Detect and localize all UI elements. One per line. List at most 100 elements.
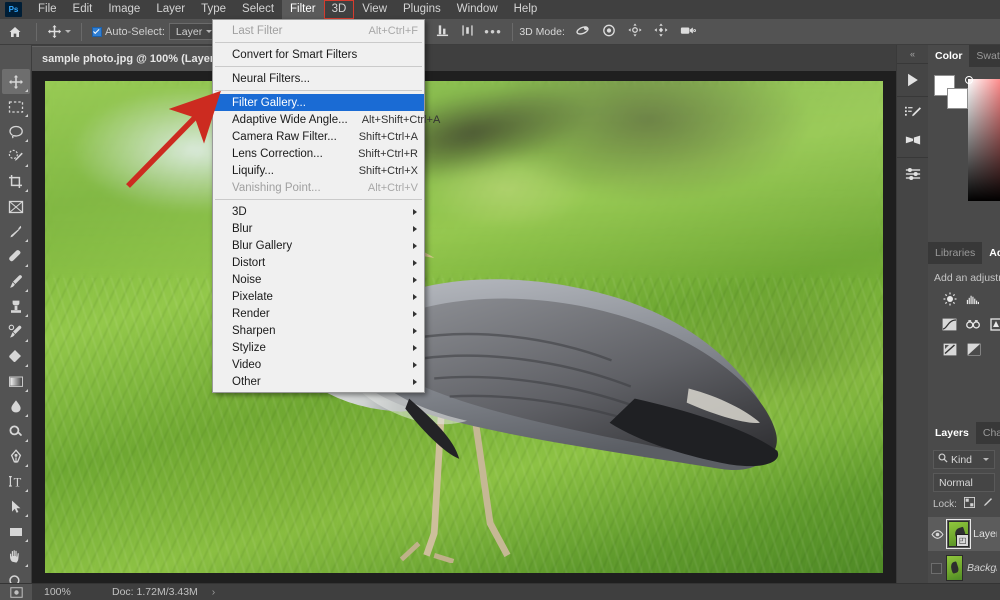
menu-3d[interactable]: 3D: [323, 0, 355, 19]
layer-filter-kind[interactable]: Kind: [933, 450, 995, 469]
tab-layers[interactable]: Layers: [928, 422, 976, 444]
menu-item-video[interactable]: Video: [213, 356, 424, 373]
submenu-arrow-icon[interactable]: [413, 243, 417, 249]
submenu-arrow-icon[interactable]: [413, 294, 417, 300]
type-tool-icon[interactable]: T: [2, 469, 30, 494]
submenu-arrow-icon[interactable]: [413, 328, 417, 334]
layer-row[interactable]: ◰ Layer 1: [928, 517, 1000, 551]
submenu-arrow-icon[interactable]: [413, 362, 417, 368]
auto-select-checkbox[interactable]: Auto-Select:: [88, 26, 169, 38]
layer-thumbnail[interactable]: [946, 555, 963, 581]
submenu-arrow-icon[interactable]: [413, 226, 417, 232]
submenu-arrow-icon[interactable]: [413, 379, 417, 385]
chevron-down-icon[interactable]: [65, 30, 71, 33]
background-color-swatch[interactable]: [947, 88, 968, 109]
lock-image-pixels-icon[interactable]: [982, 497, 993, 511]
more-options-button[interactable]: •••: [480, 24, 506, 39]
menu-item-pixelate[interactable]: Pixelate: [213, 288, 424, 305]
menu-item-render[interactable]: Render: [213, 305, 424, 322]
tool-flyout-indicator-icon[interactable]: [24, 339, 28, 342]
tool-flyout-indicator-icon[interactable]: [24, 314, 28, 317]
quick-selection-tool-icon[interactable]: [2, 144, 30, 169]
rectangular-marquee-tool-icon[interactable]: [2, 94, 30, 119]
align-bottom-edges-icon[interactable]: [436, 24, 449, 40]
spot-healing-brush-tool-icon[interactable]: [2, 244, 30, 269]
checkbox-checked-icon[interactable]: [92, 26, 102, 37]
menu-item-liquify[interactable]: Liquify... Shift+Ctrl+X: [213, 162, 424, 179]
tool-flyout-indicator-icon[interactable]: [24, 89, 28, 92]
menu-file[interactable]: File: [30, 0, 65, 19]
menu-filter[interactable]: Filter: [282, 0, 324, 19]
lock-transparent-pixels-icon[interactable]: [963, 497, 975, 511]
tool-flyout-indicator-icon[interactable]: [24, 264, 28, 267]
distribute-icon[interactable]: [461, 24, 474, 40]
tab-channels[interactable]: Channels: [976, 422, 1000, 444]
menu-view[interactable]: View: [354, 0, 395, 19]
hand-tool-icon[interactable]: [2, 544, 30, 569]
frame-tool-icon[interactable]: [2, 194, 30, 219]
document-image[interactable]: [45, 81, 883, 573]
brush-presets-icon[interactable]: [901, 131, 925, 151]
submenu-arrow-icon[interactable]: [413, 277, 417, 283]
tool-flyout-indicator-icon[interactable]: [24, 389, 28, 392]
path-selection-tool-icon[interactable]: [2, 494, 30, 519]
submenu-arrow-icon[interactable]: [413, 260, 417, 266]
submenu-arrow-icon[interactable]: [413, 345, 417, 351]
layer-visibility-off-icon[interactable]: [931, 562, 942, 574]
menu-item-blur-gallery[interactable]: Blur Gallery: [213, 237, 424, 254]
menu-item-blur[interactable]: Blur: [213, 220, 424, 237]
color-balance-icon[interactable]: [966, 342, 981, 356]
vibrance-icon[interactable]: [990, 317, 1000, 331]
submenu-arrow-icon[interactable]: [413, 209, 417, 215]
curves-icon[interactable]: [942, 317, 957, 331]
menu-type[interactable]: Type: [193, 0, 234, 19]
orbit-3d-icon[interactable]: [575, 24, 590, 40]
menu-edit[interactable]: Edit: [65, 0, 101, 19]
home-icon[interactable]: [0, 25, 30, 39]
brush-settings-icon[interactable]: [901, 103, 925, 123]
menu-item-adaptive-wide-angle[interactable]: Adaptive Wide Angle... Alt+Shift+Ctrl+A: [213, 111, 440, 128]
chevron-down-icon[interactable]: [983, 458, 989, 461]
tool-flyout-indicator-icon[interactable]: [24, 239, 28, 242]
crop-tool-icon[interactable]: [2, 169, 30, 194]
history-brush-tool-icon[interactable]: [2, 319, 30, 344]
menu-plugins[interactable]: Plugins: [395, 0, 449, 19]
camera-3d-icon[interactable]: [680, 25, 696, 39]
tab-color[interactable]: Color: [928, 45, 970, 67]
tool-flyout-indicator-icon[interactable]: [24, 289, 28, 292]
zoom-level[interactable]: 100%: [32, 586, 98, 598]
tool-flyout-indicator-icon[interactable]: [24, 164, 28, 167]
tool-flyout-indicator-icon[interactable]: [24, 439, 28, 442]
auto-select-scope-dropdown[interactable]: Layer: [168, 23, 218, 40]
tab-adjustments[interactable]: Adjustments: [982, 242, 1000, 264]
canvas-area[interactable]: [32, 71, 896, 583]
menu-item-camera-raw-filter[interactable]: Camera Raw Filter... Shift+Ctrl+A: [213, 128, 424, 145]
hue-saturation-icon[interactable]: [942, 342, 957, 356]
brush-tool-icon[interactable]: [2, 269, 30, 294]
menu-image[interactable]: Image: [100, 0, 148, 19]
filter-menu-dropdown[interactable]: Last Filter Alt+Ctrl+F Convert for Smart F…: [212, 19, 440, 393]
tab-libraries[interactable]: Libraries: [928, 242, 982, 264]
tool-flyout-indicator-icon[interactable]: [24, 464, 28, 467]
actions-play-icon[interactable]: [901, 70, 925, 90]
adjustments-sliders-icon[interactable]: [901, 164, 925, 184]
menu-item-lens-correction[interactable]: Lens Correction... Shift+Ctrl+R: [213, 145, 424, 162]
color-spectrum-field[interactable]: [968, 79, 1000, 201]
color-picker-marker-icon[interactable]: [965, 76, 973, 84]
menu-item-noise[interactable]: Noise: [213, 271, 424, 288]
menu-item-other[interactable]: Other: [213, 373, 424, 390]
menu-item-convert-for-smart-filters[interactable]: Convert for Smart Filters: [213, 46, 424, 63]
rectangle-tool-icon[interactable]: [2, 519, 30, 544]
menu-item-stylize[interactable]: Stylize: [213, 339, 424, 356]
menu-item-filter-gallery[interactable]: Filter Gallery...: [213, 94, 424, 111]
tool-flyout-indicator-icon[interactable]: [24, 139, 28, 142]
pan-3d-icon[interactable]: [628, 23, 642, 40]
tool-flyout-indicator-icon[interactable]: [24, 564, 28, 567]
layer-visibility-eye-icon[interactable]: [931, 529, 944, 539]
collapse-panels-icon[interactable]: «: [897, 45, 928, 63]
tool-flyout-indicator-icon[interactable]: [24, 414, 28, 417]
tool-flyout-indicator-icon[interactable]: [24, 114, 28, 117]
gradient-tool-icon[interactable]: [2, 369, 30, 394]
menu-item-neural-filters[interactable]: Neural Filters...: [213, 70, 424, 87]
color-panel-swatches[interactable]: [934, 75, 968, 109]
